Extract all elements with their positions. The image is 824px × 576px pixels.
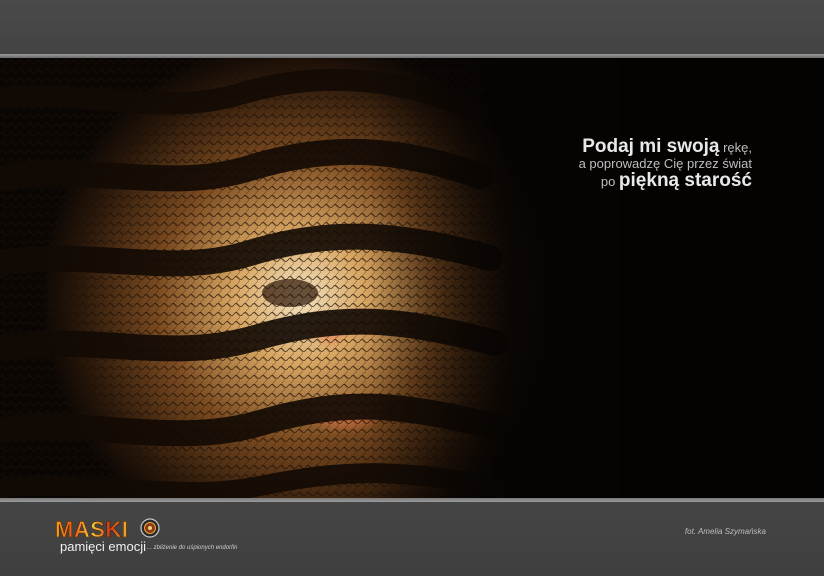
photo-credit: fot. Amelia Szymańska — [684, 527, 766, 536]
right-shadow — [0, 58, 824, 498]
quote-line-3-bold: piękną starość — [618, 169, 752, 191]
quote-line-3-pre: po — [600, 173, 619, 189]
quote-text: Podaj mi swoją rękę, a poprowadzę Cię pr… — [579, 137, 752, 191]
top-frame-band — [0, 0, 824, 55]
photograph-veiled-face — [0, 58, 824, 498]
quote-line-1-bold: Podaj mi swoją — [582, 136, 720, 157]
maski-logo: MASKI pamięci emocji ... zbliżenie do uś… — [55, 517, 285, 557]
logo-tagline: ... zbliżenie do uśpionych endorfin — [147, 545, 238, 551]
quote-line-2: a poprowadzę Cię przez świat — [578, 155, 752, 171]
quote-line-1-rest: rękę, — [719, 140, 752, 155]
logo-badge-icon — [140, 518, 160, 538]
quote-line-1: Podaj mi swoją rękę, — [579, 137, 752, 157]
quote-line-3: po piękną starość — [579, 169, 752, 191]
photo-illustration — [0, 58, 824, 498]
logo-subtitle: pamięci emocji — [60, 539, 146, 554]
